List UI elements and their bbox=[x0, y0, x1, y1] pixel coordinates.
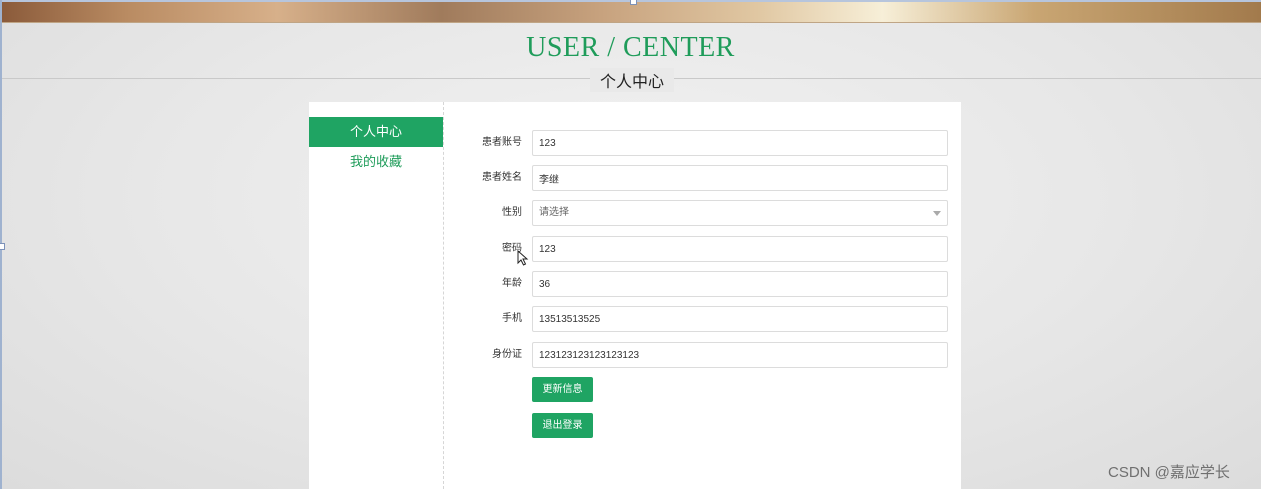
form-row-age: 年龄 bbox=[444, 271, 961, 297]
resize-handle-top[interactable] bbox=[630, 0, 637, 5]
sidebar: 个人中心 我的收藏 bbox=[309, 102, 444, 489]
password-input[interactable] bbox=[532, 236, 948, 262]
update-info-button[interactable]: 更新信息 bbox=[532, 377, 593, 402]
password-label: 密码 bbox=[502, 243, 522, 254]
form-row-phone: 手机 bbox=[444, 306, 961, 332]
sidebar-item-favorites[interactable]: 我的收藏 bbox=[309, 147, 443, 177]
account-label: 患者账号 bbox=[482, 137, 522, 148]
resize-handle-left[interactable] bbox=[0, 243, 5, 250]
gender-select[interactable]: 请选择 bbox=[532, 200, 948, 226]
name-label: 患者姓名 bbox=[482, 172, 522, 183]
watermark-text: CSDN @嘉应学长 bbox=[1108, 464, 1230, 481]
page-title-chinese: 个人中心 bbox=[590, 68, 674, 92]
age-label: 年龄 bbox=[502, 278, 522, 289]
user-center-panel: 个人中心 我的收藏 患者账号 患者姓名 性别 请选择 密码 年龄 手 bbox=[309, 102, 961, 489]
page-title-english: USER / CENTER bbox=[526, 32, 735, 63]
account-input[interactable] bbox=[532, 130, 948, 156]
gender-select-placeholder: 请选择 bbox=[539, 207, 569, 218]
name-input[interactable] bbox=[532, 165, 948, 191]
form-row-gender: 性别 请选择 bbox=[444, 200, 961, 226]
id-card-input[interactable] bbox=[532, 342, 948, 368]
age-input[interactable] bbox=[532, 271, 948, 297]
chevron-down-icon bbox=[933, 211, 941, 216]
profile-form: 患者账号 患者姓名 性别 请选择 密码 年龄 手机 身份证 bbox=[444, 102, 961, 489]
phone-input[interactable] bbox=[532, 306, 948, 332]
form-row-id-card: 身份证 bbox=[444, 342, 961, 368]
sidebar-item-profile[interactable]: 个人中心 bbox=[309, 117, 443, 147]
form-row-account: 患者账号 bbox=[444, 130, 961, 156]
id-card-label: 身份证 bbox=[492, 349, 522, 360]
form-row-name: 患者姓名 bbox=[444, 165, 961, 191]
logout-button[interactable]: 退出登录 bbox=[532, 413, 593, 438]
phone-label: 手机 bbox=[502, 313, 522, 324]
gender-label: 性别 bbox=[502, 207, 522, 218]
